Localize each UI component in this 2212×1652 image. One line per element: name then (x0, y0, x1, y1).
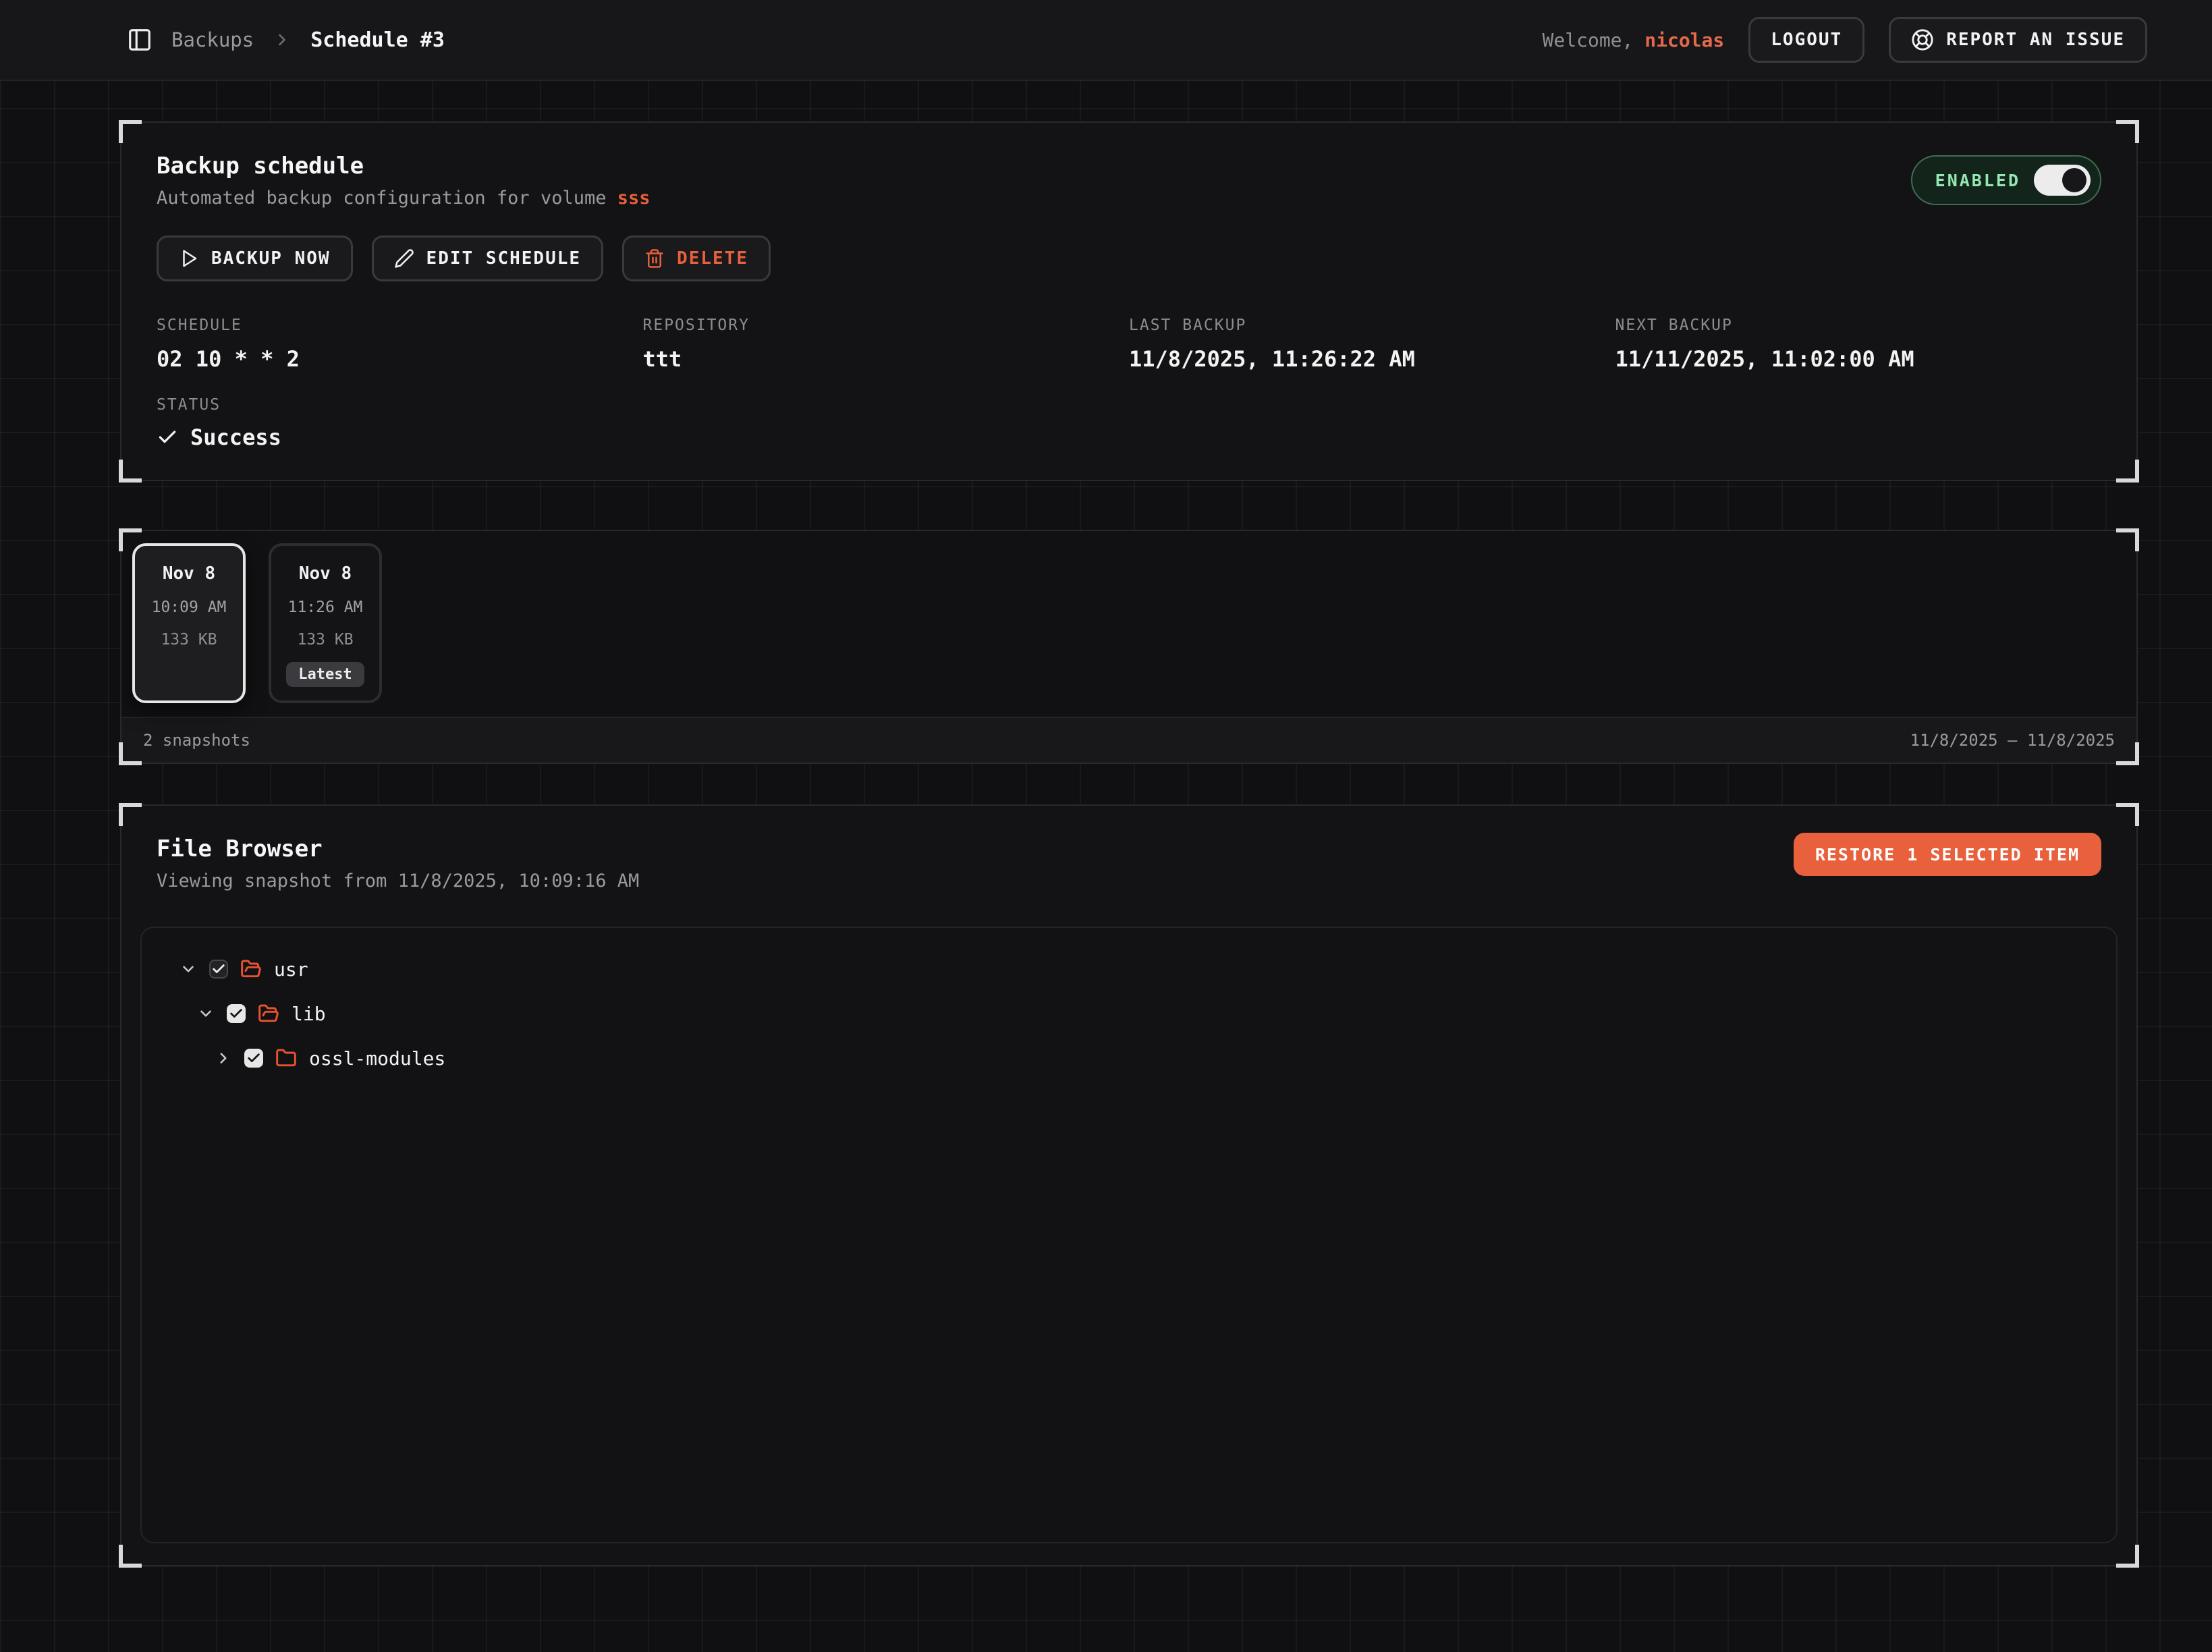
chevron-down-icon[interactable] (179, 960, 197, 978)
pencil-icon (394, 248, 414, 269)
field-last-backup: LAST BACKUP 11/8/2025, 11:26:22 AM (1129, 316, 1615, 372)
panel-title: Backup schedule (157, 153, 2101, 180)
snapshot-size: 133 KB (161, 631, 217, 649)
field-value: 11/8/2025, 11:26:22 AM (1129, 346, 1615, 372)
panel-subtitle: Automated backup configuration for volum… (157, 188, 2101, 209)
top-bar: Backups Schedule #3 Welcome, nicolas LOG… (0, 0, 2212, 81)
snapshots-footer: 2 snapshots 11/8/2025 – 11/8/2025 (121, 717, 2136, 763)
welcome-text: Welcome, nicolas (1543, 29, 1725, 51)
checkbox-lib[interactable] (227, 1004, 246, 1023)
enabled-toggle[interactable]: ENABLED (1911, 155, 2101, 205)
tree-row-lib[interactable]: lib (158, 991, 2100, 1036)
backup-now-button[interactable]: BACKUP NOW (157, 236, 353, 281)
toggle-track[interactable] (2034, 165, 2091, 196)
status-value: Success (157, 424, 2101, 450)
field-value: 11/11/2025, 11:02:00 AM (1615, 346, 2102, 372)
field-status: STATUS Success (157, 396, 2101, 450)
corner-bracket (2116, 460, 2139, 483)
latest-badge: Latest (286, 662, 364, 687)
breadcrumb: Backups Schedule #3 (127, 27, 445, 53)
checkbox-usr[interactable] (209, 960, 228, 979)
volume-name: sss (617, 188, 651, 209)
report-issue-button[interactable]: REPORT AN ISSUE (1889, 17, 2147, 63)
chevron-down-icon[interactable] (197, 1005, 215, 1022)
tree-row-usr[interactable]: usr (158, 947, 2100, 991)
field-value: ttt (643, 346, 1130, 372)
sidebar-toggle-button[interactable] (127, 27, 153, 53)
field-label: SCHEDULE (157, 316, 643, 334)
check-icon (157, 426, 178, 448)
logout-button[interactable]: LOGOUT (1748, 17, 1864, 63)
chevron-right-icon (273, 30, 292, 49)
delete-button[interactable]: DELETE (622, 236, 771, 281)
field-schedule: SCHEDULE 02 10 * * 2 (157, 316, 643, 372)
enabled-label: ENABLED (1935, 171, 2020, 190)
schedule-actions: BACKUP NOW EDIT SCHEDULE DELETE (157, 236, 2101, 281)
corner-bracket (119, 742, 142, 765)
file-tree: usr lib (140, 927, 2118, 1543)
field-label: LAST BACKUP (1129, 316, 1615, 334)
field-next-backup: NEXT BACKUP 11/11/2025, 11:02:00 AM (1615, 316, 2102, 372)
corner-bracket (119, 803, 142, 826)
tree-item-name[interactable]: usr (274, 958, 308, 981)
panel-left-icon (127, 27, 153, 53)
checkbox-ossl-modules[interactable] (244, 1049, 263, 1068)
snapshot-time: 10:09 AM (152, 599, 227, 616)
corner-bracket (119, 120, 142, 143)
file-browser-header: File Browser Viewing snapshot from 11/8/… (121, 806, 2136, 891)
snapshots-list: Nov 8 10:09 AM 133 KB Nov 8 11:26 AM 133… (121, 531, 2136, 717)
edit-schedule-button[interactable]: EDIT SCHEDULE (372, 236, 604, 281)
snapshot-card[interactable]: Nov 8 11:26 AM 133 KB Latest (269, 543, 382, 703)
field-label: STATUS (157, 396, 2101, 414)
play-icon (179, 248, 199, 269)
snapshot-size: 133 KB (297, 631, 353, 649)
file-browser-panel: File Browser Viewing snapshot from 11/8/… (120, 804, 2138, 1566)
corner-bracket (2116, 1545, 2139, 1568)
folder-open-icon (258, 1003, 279, 1024)
snapshots-panel: Nov 8 10:09 AM 133 KB Nov 8 11:26 AM 133… (120, 530, 2138, 764)
tree-row-ossl-modules[interactable]: ossl-modules (158, 1036, 2100, 1080)
corner-bracket (119, 1545, 142, 1568)
folder-open-icon (240, 958, 262, 980)
snapshot-date: Nov 8 (299, 563, 352, 584)
snapshot-count: 2 snapshots (143, 731, 250, 750)
corner-bracket (2116, 742, 2139, 765)
snapshot-date-range: 11/8/2025 – 11/8/2025 (1910, 731, 2115, 750)
app-root: Backups Schedule #3 Welcome, nicolas LOG… (0, 0, 2212, 1652)
toggle-knob (2062, 168, 2086, 192)
restore-selected-button[interactable]: RESTORE 1 SELECTED ITEM (1794, 833, 2101, 876)
breadcrumb-current: Schedule #3 (310, 28, 445, 52)
trash-icon (644, 248, 665, 269)
breadcrumb-section[interactable]: Backups (171, 28, 254, 51)
snapshot-card-selected[interactable]: Nov 8 10:09 AM 133 KB (132, 543, 246, 703)
snapshot-date: Nov 8 (163, 563, 215, 584)
backup-schedule-panel: Backup schedule Automated backup configu… (120, 121, 2138, 481)
corner-bracket (119, 528, 142, 551)
corner-bracket (2116, 528, 2139, 551)
username: nicolas (1644, 29, 1724, 51)
field-repository: REPOSITORY ttt (643, 316, 1130, 372)
snapshot-time: 11:26 AM (288, 599, 363, 616)
field-value: 02 10 * * 2 (157, 346, 643, 372)
folder-icon (275, 1047, 297, 1069)
field-label: NEXT BACKUP (1615, 316, 2102, 334)
corner-bracket (2116, 120, 2139, 143)
tree-item-name[interactable]: lib (292, 1003, 326, 1025)
chevron-right-icon[interactable] (215, 1049, 232, 1067)
corner-bracket (119, 460, 142, 483)
life-buoy-icon (1911, 28, 1934, 51)
corner-bracket (2116, 803, 2139, 826)
field-label: REPOSITORY (643, 316, 1130, 334)
tree-item-name[interactable]: ossl-modules (309, 1047, 445, 1070)
schedule-info-grid: SCHEDULE 02 10 * * 2 REPOSITORY ttt LAST… (157, 316, 2101, 372)
topbar-actions: Welcome, nicolas LOGOUT REPORT AN ISSUE (1543, 17, 2147, 63)
